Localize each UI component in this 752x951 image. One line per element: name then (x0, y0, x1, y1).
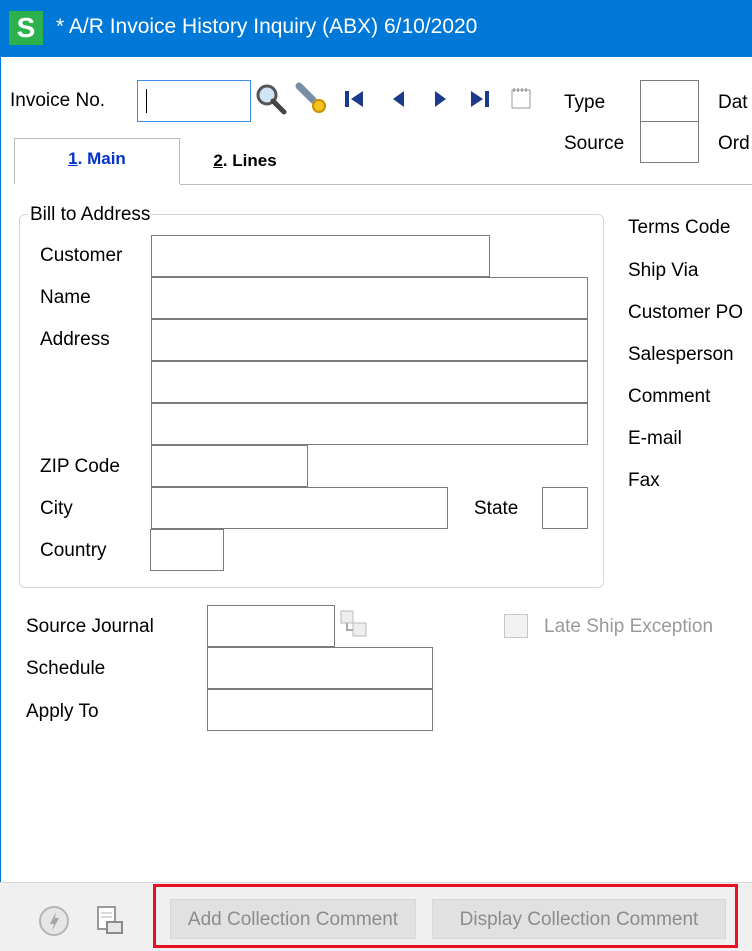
terms-code-label: Terms Code (628, 217, 731, 238)
tab-lines-hotkey: 2 (213, 151, 223, 170)
fax-label: Fax (628, 470, 660, 491)
ship-via-label: Ship Via (628, 260, 699, 281)
late-ship-exception-checkbox[interactable] (504, 614, 528, 638)
memo-icon[interactable] (510, 86, 532, 110)
lookup-search-icon[interactable] (254, 82, 288, 116)
next-record-icon[interactable] (432, 88, 450, 110)
order-label: Ord (718, 133, 750, 154)
source-journal-label: Source Journal (26, 616, 154, 637)
city-field[interactable] (151, 487, 448, 529)
zip-code-input[interactable] (152, 446, 307, 486)
country-field[interactable] (150, 529, 224, 571)
address-line-2-field[interactable] (151, 361, 588, 403)
help-icon[interactable] (37, 904, 71, 938)
name-field[interactable] (151, 277, 588, 319)
tab-main-hotkey: 1 (68, 149, 78, 168)
source-journal-input[interactable] (208, 606, 334, 646)
address-line-1-field[interactable] (151, 319, 588, 361)
source-field[interactable] (640, 121, 699, 163)
schedule-label: Schedule (26, 658, 106, 679)
type-label: Type (564, 92, 606, 113)
country-input[interactable] (151, 530, 223, 570)
source-label: Source (564, 133, 625, 154)
source-input[interactable] (641, 122, 698, 162)
city-input[interactable] (152, 488, 447, 528)
apply-to-label: Apply To (26, 701, 99, 722)
zip-code-field[interactable] (151, 445, 308, 487)
apply-to-input[interactable] (208, 690, 432, 730)
apply-to-field[interactable] (207, 689, 433, 731)
tab-main-label: . Main (77, 149, 126, 168)
customer-po-label: Customer PO (628, 302, 744, 323)
state-input[interactable] (543, 488, 587, 528)
quick-search-icon[interactable] (295, 80, 331, 116)
window-title: * A/R Invoice History Inquiry (ABX) 6/10… (56, 15, 478, 38)
customer-label: Customer (40, 245, 123, 266)
highlight-box (153, 884, 738, 948)
schedule-input[interactable] (208, 648, 432, 688)
city-label: City (40, 498, 73, 519)
state-field[interactable] (542, 487, 588, 529)
date-label: Dat (718, 92, 748, 113)
email-label: E-mail (628, 428, 682, 449)
salesperson-label: Salesperson (628, 344, 734, 365)
title-bar: S * A/R Invoice History Inquiry (ABX) 6/… (0, 0, 752, 57)
customer-field[interactable] (151, 235, 490, 277)
type-input[interactable] (641, 81, 698, 121)
app-logo-icon: S (9, 11, 43, 45)
tab-lines-label: . Lines (222, 151, 277, 170)
tab-lines[interactable]: 2. Lines (180, 138, 310, 184)
invoice-no-label: Invoice No. (10, 90, 106, 111)
name-input[interactable] (152, 278, 587, 318)
drill-down-icon[interactable] (338, 608, 370, 640)
type-field[interactable] (640, 80, 699, 122)
state-label: State (474, 498, 519, 519)
address-line-2-input[interactable] (152, 362, 587, 402)
customer-input[interactable] (152, 236, 489, 276)
tab-main[interactable]: 1. Main (14, 138, 180, 184)
zip-code-label: ZIP Code (40, 456, 120, 477)
comment-label: Comment (628, 386, 711, 407)
bill-to-address-title: Bill to Address (28, 204, 153, 226)
address-line-3-field[interactable] (151, 403, 588, 445)
tab-strip-line (180, 184, 752, 185)
schedule-field[interactable] (207, 647, 433, 689)
text-cursor (146, 89, 147, 113)
invoice-no-input[interactable] (138, 81, 250, 121)
address-label: Address (40, 329, 110, 350)
first-record-icon[interactable] (343, 88, 365, 110)
address-line-1-input[interactable] (152, 320, 587, 360)
last-record-icon[interactable] (469, 88, 491, 110)
address-line-3-input[interactable] (152, 404, 587, 444)
invoice-no-field[interactable] (137, 80, 251, 122)
previous-record-icon[interactable] (389, 88, 407, 110)
country-label: Country (40, 540, 107, 561)
source-journal-field[interactable] (207, 605, 335, 647)
print-report-icon[interactable] (93, 904, 127, 938)
late-ship-exception-label: Late Ship Exception (544, 616, 714, 637)
name-label: Name (40, 287, 91, 308)
